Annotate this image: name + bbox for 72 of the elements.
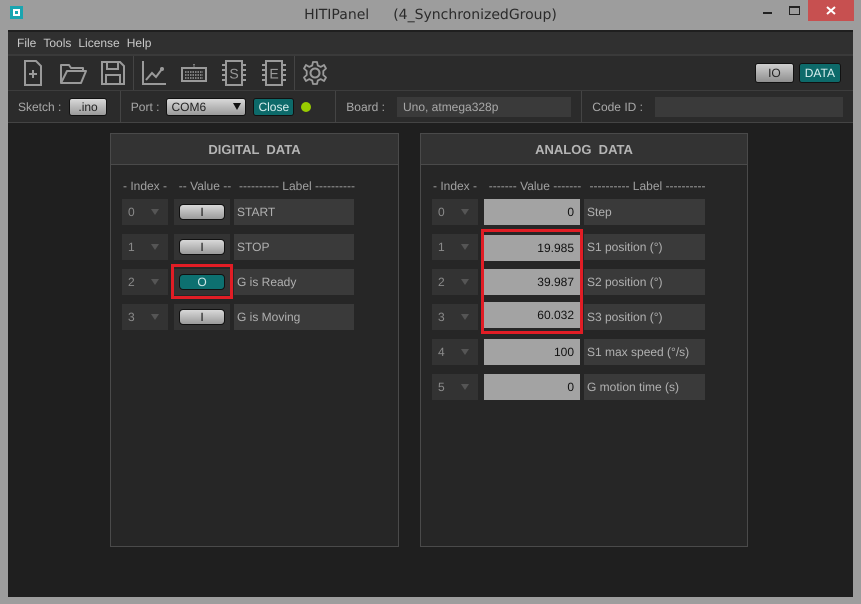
- label-field[interactable]: STOP: [234, 234, 354, 260]
- label-field[interactable]: START: [234, 198, 354, 224]
- app-logo-icon: [10, 6, 23, 19]
- panel-title: ANALOG DATA: [535, 142, 633, 156]
- dropdown-arrow-icon: [233, 103, 242, 110]
- column-header: ---------- Label ----------: [588, 178, 706, 192]
- column-header: ---------- Label ----------: [238, 178, 356, 192]
- toggle-switch[interactable]: O: [179, 274, 225, 290]
- panel-title: DIGITAL DATA: [208, 142, 301, 156]
- dropdown-arrow-icon: [151, 208, 159, 214]
- index-dropdown[interactable]: 1: [122, 234, 168, 260]
- toggle-switch[interactable]: I: [179, 238, 225, 254]
- board-field: Uno, atmega328p: [397, 96, 572, 116]
- document-title: (4_SynchronizedGroup): [393, 7, 557, 23]
- index-dropdown[interactable]: 3: [122, 304, 168, 330]
- dropdown-arrow-icon: [461, 314, 469, 320]
- dropdown-arrow-icon: [461, 384, 469, 390]
- settings-icon[interactable]: [301, 59, 329, 87]
- port-label: Port :: [130, 100, 160, 114]
- board-label: Board :: [346, 100, 385, 114]
- index-dropdown[interactable]: 0: [432, 198, 478, 224]
- index-dropdown[interactable]: 2: [432, 268, 478, 294]
- sketch-label: Sketch :: [18, 100, 62, 114]
- label-field[interactable]: S1 max speed (°/s): [584, 338, 705, 364]
- label-field[interactable]: G is Ready: [234, 268, 354, 294]
- view-tab[interactable]: IO: [755, 63, 794, 83]
- dropdown-arrow-icon: [151, 314, 159, 320]
- label-field[interactable]: G is Moving: [234, 304, 354, 330]
- value-field[interactable]: 0: [484, 374, 580, 400]
- toggle-switch[interactable]: I: [179, 204, 225, 220]
- menu-item[interactable]: File: [17, 36, 36, 50]
- port-dropdown[interactable]: COM6: [166, 98, 246, 116]
- index-dropdown[interactable]: 4: [432, 338, 478, 364]
- label-field[interactable]: S3 position (°): [584, 304, 705, 330]
- close-button[interactable]: [808, 0, 854, 21]
- label-field[interactable]: Step: [584, 198, 705, 224]
- toggle-switch[interactable]: I: [179, 308, 225, 324]
- line-chart-icon[interactable]: [140, 59, 168, 87]
- index-dropdown[interactable]: 0: [122, 198, 168, 224]
- dropdown-arrow-icon: [151, 278, 159, 284]
- column-header: -- Value --: [178, 178, 232, 192]
- index-dropdown[interactable]: 2: [122, 268, 168, 294]
- column-header: - Index -: [432, 178, 478, 192]
- maximize-icon: [789, 6, 800, 15]
- dropdown-arrow-icon: [461, 278, 469, 284]
- index-dropdown[interactable]: 1: [432, 234, 478, 260]
- window-title: HITIPanel: [304, 7, 370, 23]
- save-icon[interactable]: [99, 59, 127, 87]
- value-field[interactable]: 19.985: [484, 235, 580, 261]
- value-field[interactable]: 39.987: [484, 268, 580, 294]
- dropdown-arrow-icon: [461, 348, 469, 354]
- menu-item[interactable]: Tools: [43, 36, 72, 50]
- index-dropdown[interactable]: 3: [432, 304, 478, 330]
- value-field[interactable]: 0: [484, 198, 580, 224]
- close-port-button[interactable]: Close: [253, 98, 294, 116]
- menu-item[interactable]: License: [78, 36, 120, 50]
- close-icon: [826, 6, 836, 15]
- code-id-label: Code ID :: [592, 100, 643, 114]
- index-dropdown[interactable]: 5: [432, 374, 478, 400]
- menu-item[interactable]: Help: [126, 36, 152, 50]
- view-tab[interactable]: DATA: [798, 63, 841, 83]
- sketch-button[interactable]: .ino: [69, 98, 107, 116]
- label-field[interactable]: S2 position (°): [584, 268, 705, 294]
- column-header: - Index -: [122, 178, 168, 192]
- dropdown-arrow-icon: [461, 208, 469, 214]
- dropdown-arrow-icon: [151, 244, 159, 250]
- dropdown-arrow-icon: [461, 244, 469, 250]
- value-field[interactable]: 60.032: [484, 302, 580, 328]
- label-field[interactable]: S1 position (°): [584, 234, 705, 260]
- label-field[interactable]: G motion time (s): [584, 374, 705, 400]
- value-field[interactable]: 100: [484, 338, 580, 364]
- column-header: ------- Value -------: [488, 178, 582, 192]
